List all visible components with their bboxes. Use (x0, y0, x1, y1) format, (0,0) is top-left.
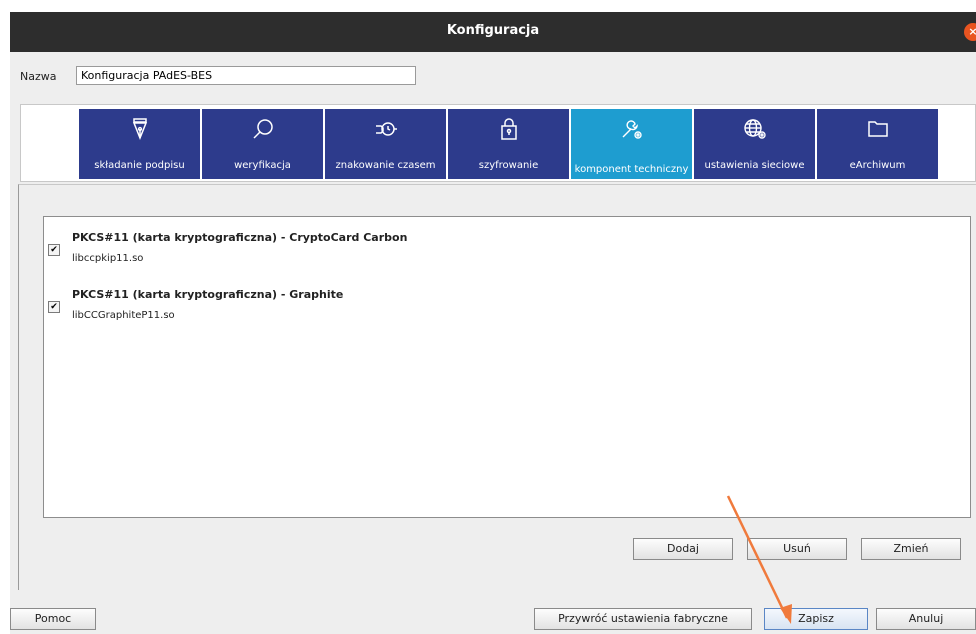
component-library: libCCGraphiteP11.so (72, 310, 175, 321)
restore-defaults-button[interactable]: Przywróć ustawienia fabryczne (534, 608, 752, 630)
window-title: Konfiguracja (446, 23, 540, 38)
globe-gear-icon (743, 119, 766, 139)
tabs-strip: składanie podpisu weryfikacja znakowanie… (20, 104, 976, 182)
help-button[interactable]: Pomoc (10, 608, 96, 630)
component-checkbox[interactable]: ✔ (48, 301, 60, 313)
edit-button[interactable]: Zmień (861, 538, 961, 560)
tab-label: ustawienia sieciowe (704, 160, 805, 171)
close-icon[interactable]: × (964, 23, 976, 41)
name-label: Nazwa (20, 70, 57, 83)
add-button[interactable]: Dodaj (633, 538, 733, 560)
tab-label: składanie podpisu (94, 160, 185, 171)
tab-label: szyfrowanie (478, 160, 539, 171)
tab-encryption[interactable]: szyfrowanie (448, 109, 569, 179)
tab-label: znakowanie czasem (335, 160, 436, 171)
tab-signing[interactable]: składanie podpisu (79, 109, 200, 179)
component-list[interactable]: ✔ PKCS#11 (karta kryptograficzna) - Cryp… (43, 216, 971, 518)
tab-label: eArchiwum (849, 160, 906, 171)
save-button[interactable]: Zapisz (764, 608, 868, 630)
content-panel: ✔ PKCS#11 (karta kryptograficzna) - Cryp… (18, 184, 976, 590)
tab-verification[interactable]: weryfikacja (202, 109, 323, 179)
pen-nib-icon (132, 118, 147, 141)
title-bar: Konfiguracja × (10, 12, 976, 52)
tab-earchive[interactable]: eArchiwum (817, 109, 938, 179)
component-checkbox[interactable]: ✔ (48, 244, 60, 256)
tab-network-settings[interactable]: ustawienia sieciowe (694, 109, 815, 179)
remove-button[interactable]: Usuń (747, 538, 847, 560)
tab-label: weryfikacja (234, 160, 291, 171)
magnifier-icon (252, 119, 273, 139)
component-library: libccpkip11.so (72, 253, 144, 264)
tab-label: komponent techniczny (574, 164, 689, 175)
wrench-gear-icon (622, 120, 642, 139)
component-title: PKCS#11 (karta kryptograficzna) - Graphi… (72, 288, 344, 301)
hand-clock-icon (375, 122, 397, 136)
tab-timestamping[interactable]: znakowanie czasem (325, 109, 446, 179)
tab-technical-component[interactable]: komponent techniczny (571, 109, 692, 179)
cancel-button[interactable]: Anuluj (876, 608, 976, 630)
config-window: Nazwa składanie podpisu weryfikacja znak… (10, 52, 976, 634)
folder-icon (867, 121, 888, 137)
padlock-icon (500, 118, 517, 140)
component-title: PKCS#11 (karta kryptograficzna) - Crypto… (72, 231, 408, 244)
name-input[interactable] (76, 66, 416, 85)
